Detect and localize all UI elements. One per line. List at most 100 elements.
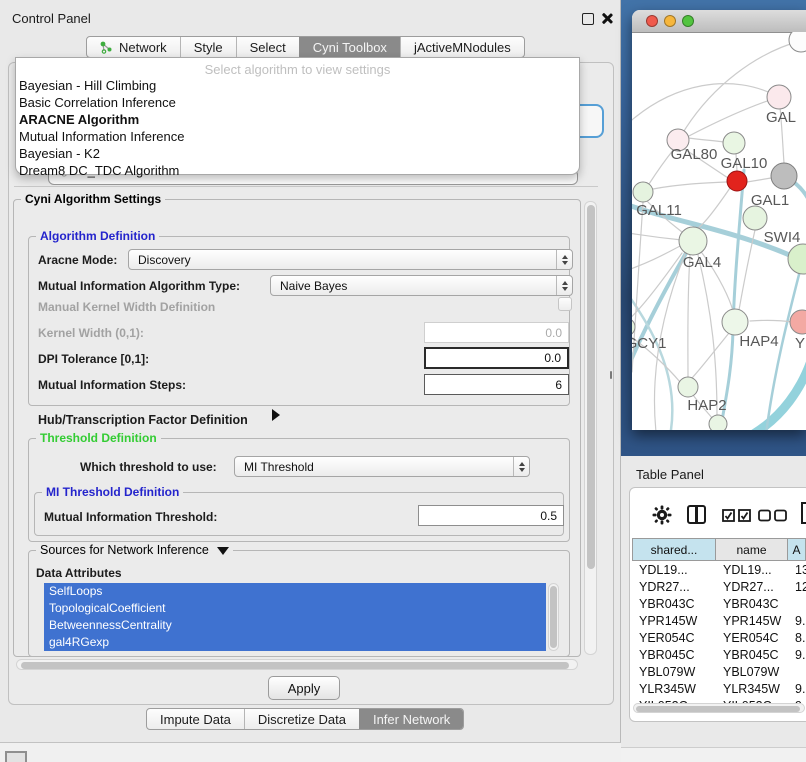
table-row[interactable]: YBL079WYBL079W bbox=[632, 663, 806, 680]
collapse-arrow-icon[interactable] bbox=[217, 547, 229, 555]
aracne-mode-combo[interactable]: Discovery bbox=[128, 249, 573, 270]
network-edge[interactable] bbox=[698, 188, 730, 228]
network-edge[interactable] bbox=[653, 182, 727, 189]
zoom-traffic-light[interactable] bbox=[682, 15, 694, 27]
float-panel-icon[interactable] bbox=[582, 13, 594, 25]
tab-style[interactable]: Style bbox=[180, 37, 236, 57]
network-edge[interactable] bbox=[698, 255, 717, 415]
table-cell: YER054C bbox=[632, 631, 716, 645]
split-columns-icon[interactable] bbox=[687, 505, 706, 524]
dpi-tolerance-field[interactable]: 0.0 bbox=[424, 347, 569, 369]
stepper-arrows-icon bbox=[556, 250, 572, 269]
table-row[interactable]: YDR27...YDR27...12 bbox=[632, 578, 806, 595]
data-attribute-item[interactable]: TopologicalCoefficient bbox=[44, 600, 546, 617]
tab-discretize-data[interactable]: Discretize Data bbox=[244, 709, 359, 729]
table-cell: YBL079W bbox=[632, 665, 716, 679]
manual-kernel-width-checkbox[interactable] bbox=[558, 297, 572, 311]
table-header-cell[interactable]: shared... bbox=[632, 538, 716, 561]
mi-steps-field[interactable]: 6 bbox=[424, 374, 569, 395]
network-node-gal1[interactable] bbox=[771, 163, 797, 189]
kernel-width-field[interactable]: 0.0 bbox=[424, 322, 569, 343]
algorithm-option[interactable]: ARACNE Algorithm bbox=[16, 111, 579, 128]
algorithm-option[interactable]: Mutual Information Inference bbox=[16, 128, 579, 145]
network-node[interactable] bbox=[709, 415, 727, 430]
network-node-hap2[interactable] bbox=[678, 377, 698, 397]
manual-kernel-width-label: Manual Kernel Width Definition bbox=[38, 300, 215, 314]
splitpane-grip[interactable] bbox=[610, 371, 612, 379]
settings-scrollbar[interactable] bbox=[584, 201, 597, 655]
which-threshold-combo[interactable]: MI Threshold bbox=[234, 456, 530, 477]
algorithm-option[interactable]: Basic Correlation Inference bbox=[16, 94, 579, 111]
tab-select[interactable]: Select bbox=[236, 37, 299, 57]
tab-infer-network[interactable]: Infer Network bbox=[359, 709, 463, 729]
aracne-mode-value: Discovery bbox=[129, 253, 556, 267]
algorithm-option[interactable]: Bayesian - K2 bbox=[16, 145, 579, 162]
table-row[interactable]: YBR043CYBR043C bbox=[632, 595, 806, 612]
network-node-gal11[interactable] bbox=[633, 182, 653, 202]
stepper-arrows-icon bbox=[513, 457, 529, 476]
network-edge[interactable] bbox=[688, 138, 724, 142]
data-attribute-item[interactable]: BetweennessCentrality bbox=[44, 617, 546, 634]
data-attributes-list[interactable]: SelfLoopsTopologicalCoefficientBetweenne… bbox=[44, 583, 546, 651]
network-canvas[interactable]: GALGAL80GAL10GAL1GAL11GAL4SWI4GCY1HAP4YH… bbox=[632, 32, 806, 430]
network-node-y[interactable] bbox=[790, 310, 806, 334]
mi-algorithm-type-combo[interactable]: Naive Bayes bbox=[270, 275, 573, 296]
close-traffic-light[interactable] bbox=[646, 15, 658, 27]
algorithm-combo-focus-fragment[interactable] bbox=[578, 104, 604, 138]
algorithm-option[interactable]: Dream8 DC_TDC Algorithm bbox=[16, 162, 579, 179]
close-icon[interactable] bbox=[601, 12, 613, 24]
statusbar-strip bbox=[621, 747, 806, 762]
apply-button[interactable]: Apply bbox=[268, 676, 340, 700]
network-window-titlebar[interactable] bbox=[632, 10, 806, 33]
table-cell: 9. bbox=[788, 648, 806, 662]
network-edge[interactable] bbox=[739, 230, 755, 310]
network-node-swi4[interactable] bbox=[743, 206, 767, 230]
table-header-cell[interactable]: A bbox=[788, 538, 806, 561]
data-attribute-item[interactable]: gal4RGexp bbox=[44, 634, 546, 651]
tab-network[interactable]: Network bbox=[87, 37, 180, 57]
table-row[interactable]: YBR045CYBR045C9. bbox=[632, 646, 806, 663]
network-edge[interactable] bbox=[632, 284, 672, 430]
network-edge[interactable] bbox=[688, 255, 690, 377]
document-icon[interactable] bbox=[800, 501, 806, 525]
network-edge[interactable] bbox=[747, 178, 771, 182]
attributes-scrollbar[interactable] bbox=[548, 583, 559, 651]
network-node[interactable] bbox=[788, 244, 806, 274]
network-node-gal[interactable] bbox=[767, 85, 791, 109]
minimize-traffic-light[interactable] bbox=[664, 15, 676, 27]
table-row[interactable]: YDL19...YDL19...13 bbox=[632, 561, 806, 578]
network-edge[interactable] bbox=[692, 333, 729, 378]
table-row[interactable]: YPR145WYPR145W9. bbox=[632, 612, 806, 629]
tab-cyni-toolbox[interactable]: Cyni Toolbox bbox=[299, 37, 400, 57]
table-panel-body: shared...nameA YDL19...YDL19...13YDR27..… bbox=[629, 487, 806, 722]
network-node-label: GAL1 bbox=[751, 192, 789, 209]
table-h-scrollbar[interactable] bbox=[633, 703, 805, 713]
tab-jactivemnodules[interactable]: jActiveMNodules bbox=[400, 37, 524, 57]
table-header-cell[interactable]: name bbox=[716, 538, 788, 561]
network-node[interactable] bbox=[727, 171, 747, 191]
algorithm-option[interactable]: Bayesian - Hill Climbing bbox=[16, 77, 579, 94]
mi-steps-label: Mutual Information Steps: bbox=[38, 378, 186, 392]
mi-threshold-field[interactable]: 0.5 bbox=[418, 505, 564, 526]
control-panel-tabbar: NetworkStyle Select Cyni ToolboxjActiveMNo… bbox=[86, 36, 525, 58]
network-node-gal10[interactable] bbox=[723, 132, 745, 154]
settings-h-scrollbar[interactable] bbox=[16, 659, 578, 670]
unchecked-columns-icon[interactable] bbox=[758, 509, 788, 523]
table-cell: 9. bbox=[788, 614, 806, 628]
collapsed-panel-icon[interactable] bbox=[5, 751, 27, 762]
checked-columns-icon[interactable] bbox=[722, 509, 752, 523]
expand-arrow-icon[interactable] bbox=[272, 409, 280, 421]
table-row[interactable]: YER054CYER054C8. bbox=[632, 629, 806, 646]
network-node-gal4[interactable] bbox=[679, 227, 707, 255]
gear-icon[interactable] bbox=[652, 505, 672, 525]
table-row[interactable]: YLR345WYLR345W9. bbox=[632, 680, 806, 697]
table-cell: YLR345W bbox=[716, 682, 788, 696]
network-edge[interactable] bbox=[750, 320, 792, 322]
network-node[interactable] bbox=[789, 32, 806, 52]
tab-label: Select bbox=[250, 40, 286, 55]
network-node-hap4[interactable] bbox=[722, 309, 748, 335]
tab-impute-data[interactable]: Impute Data bbox=[147, 709, 244, 729]
data-attribute-item[interactable]: SelfLoops bbox=[44, 583, 546, 600]
network-edge[interactable] bbox=[632, 232, 682, 240]
network-window: GALGAL80GAL10GAL1GAL11GAL4SWI4GCY1HAP4YH… bbox=[632, 10, 806, 430]
